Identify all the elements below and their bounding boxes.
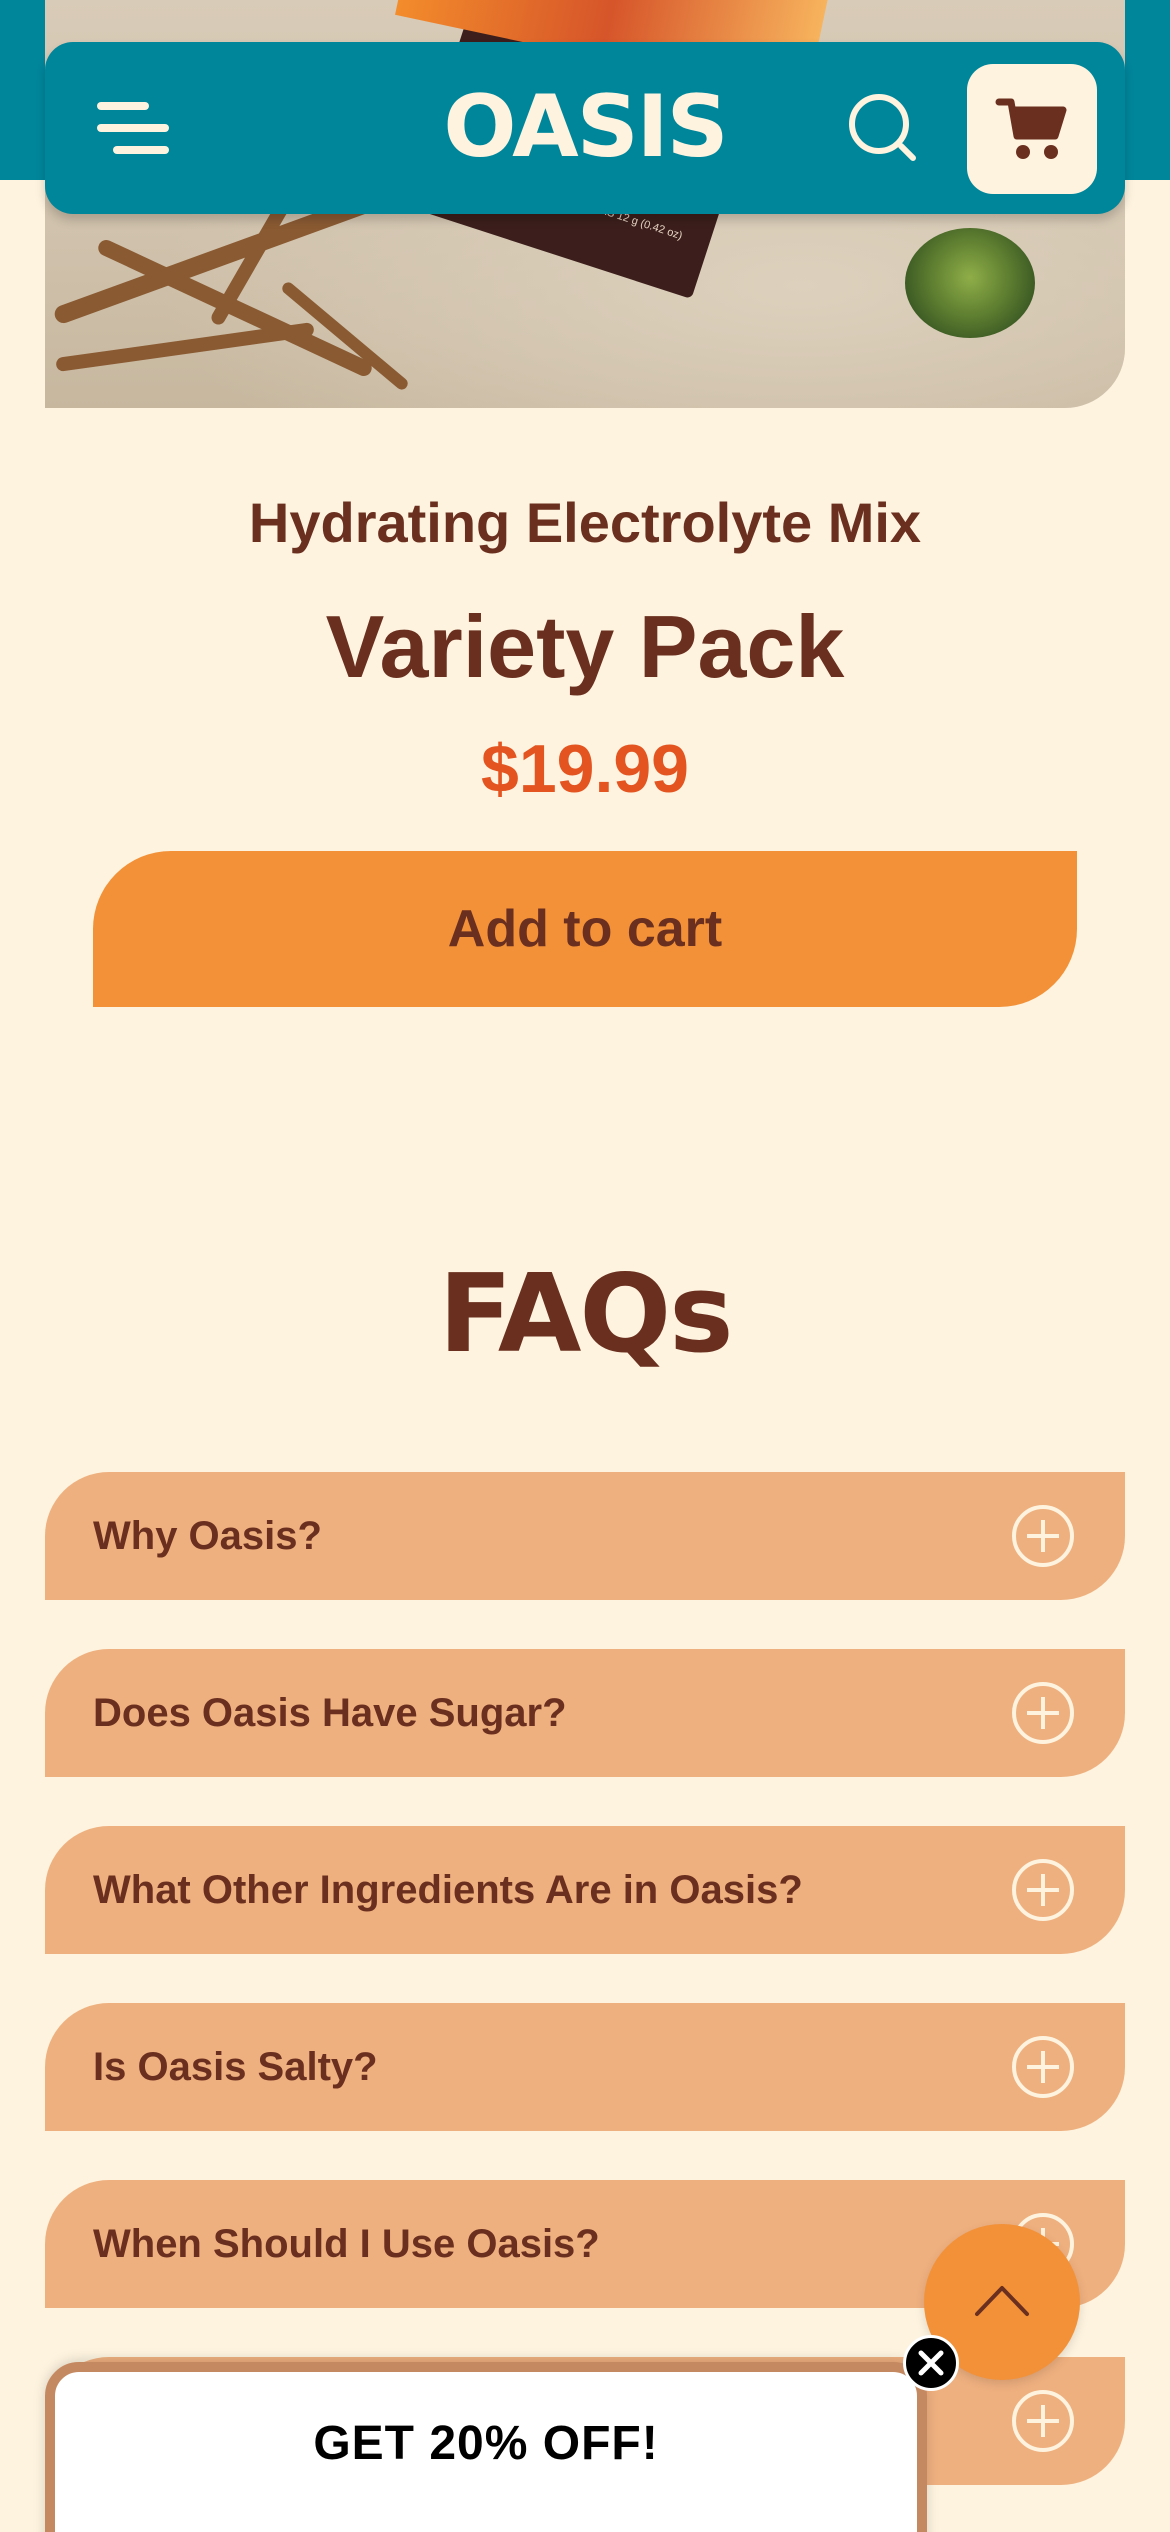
add-to-cart-button[interactable]: Add to cart	[93, 851, 1077, 1007]
search-icon[interactable]	[847, 92, 919, 164]
faq-item-salty[interactable]: Is Oasis Salty?	[45, 2003, 1125, 2131]
page: 6 STICKS 12 g (0.42 oz) OASIS Hydrating …	[0, 0, 1170, 2532]
faq-question: Is Oasis Salty?	[93, 2045, 378, 2089]
promo-close-button[interactable]	[903, 2335, 959, 2391]
plus-icon	[1012, 1859, 1074, 1921]
faq-item-ingredients[interactable]: What Other Ingredients Are in Oasis?	[45, 1826, 1125, 1954]
close-icon	[918, 2350, 944, 2376]
promo-text: GET 20% OFF!	[313, 2417, 659, 2470]
product-title: Variety Pack	[325, 597, 845, 696]
promo-popup[interactable]: GET 20% OFF!	[45, 2362, 927, 2532]
faq-question: Does Oasis Have Sugar?	[93, 1691, 567, 1735]
cart-button[interactable]	[967, 64, 1097, 194]
plus-icon	[1012, 2390, 1074, 2452]
chevron-up-icon	[975, 2286, 1029, 2316]
plus-icon	[1012, 1505, 1074, 1567]
faq-title: FAQs	[438, 1252, 733, 1377]
plus-icon	[1012, 1682, 1074, 1744]
cart-icon	[995, 98, 1067, 159]
menu-icon[interactable]	[97, 98, 173, 158]
faq-item-why-oasis[interactable]: Why Oasis?	[45, 1472, 1125, 1600]
site-header: OASIS	[45, 42, 1125, 214]
product-price: $19.99	[481, 731, 689, 807]
product-subtitle: Hydrating Electrolyte Mix	[248, 491, 922, 554]
faq-question: What Other Ingredients Are in Oasis?	[93, 1868, 803, 1912]
cactus	[905, 228, 1035, 338]
faq-question: Why Oasis?	[93, 1514, 322, 1558]
faq-item-sugar[interactable]: Does Oasis Have Sugar?	[45, 1649, 1125, 1777]
logo[interactable]: OASIS	[435, 82, 735, 172]
faq-question: When Should I Use Oasis?	[93, 2222, 600, 2266]
plus-icon	[1012, 2036, 1074, 2098]
